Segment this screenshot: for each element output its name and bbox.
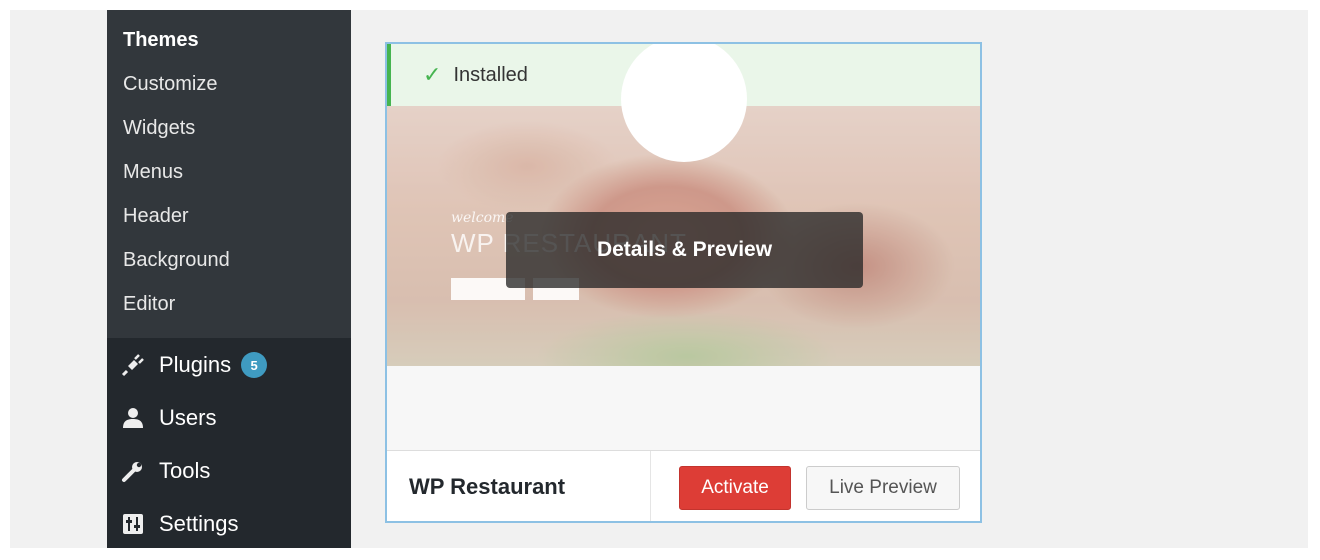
submenu-item-themes[interactable]: Themes (123, 28, 199, 52)
submenu-item-customize[interactable]: Customize (123, 72, 217, 96)
details-preview-button[interactable]: Details & Preview (506, 212, 863, 288)
theme-card-footer: WP Restaurant Activate Live Preview (387, 450, 980, 521)
live-preview-button[interactable]: Live Preview (806, 466, 960, 510)
installed-status-text: Installed (453, 63, 528, 86)
menu-item-plugins[interactable]: Plugins 5 (121, 347, 268, 383)
submenu-item-widgets[interactable]: Widgets (123, 116, 195, 140)
footer-divider (650, 451, 651, 521)
menu-item-label: Settings (159, 511, 239, 536)
menu-item-tools[interactable]: Tools (121, 453, 210, 489)
tools-icon (121, 459, 145, 483)
submenu-item-header[interactable]: Header (123, 204, 189, 228)
menu-item-label: Plugins (159, 352, 232, 377)
menu-item-settings[interactable]: Settings (121, 506, 239, 542)
settings-icon (121, 512, 145, 536)
activate-button[interactable]: Activate (679, 466, 791, 510)
menu-item-label: Tools (159, 458, 211, 483)
menu-item-users[interactable]: Users (121, 400, 216, 436)
theme-name: WP Restaurant (409, 474, 566, 499)
submenu-item-background[interactable]: Background (123, 248, 230, 272)
submenu-item-editor[interactable]: Editor (123, 292, 175, 316)
admin-sidebar: Themes Customize Widgets Menus Header Ba… (107, 10, 351, 548)
users-icon (121, 406, 145, 430)
preview-welcome-text: welcome (451, 210, 514, 226)
checkmark-icon: ✓ (423, 62, 442, 87)
plugins-update-badge: 5 (241, 352, 268, 378)
appearance-submenu: Themes Customize Widgets Menus Header Ba… (107, 10, 351, 338)
menu-item-label: Users (159, 405, 217, 430)
submenu-item-menus[interactable]: Menus (123, 160, 183, 184)
theme-screenshot-lower (387, 366, 980, 450)
plugins-icon (121, 353, 145, 377)
